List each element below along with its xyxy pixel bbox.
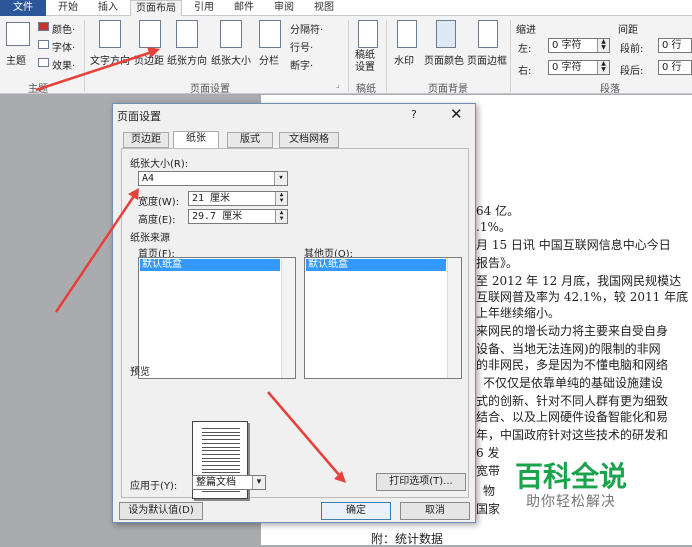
arrow-to-margins-icon [35,50,153,92]
arrow-to-paper-size-icon [54,195,136,313]
annotation-arrows [35,47,346,483]
arrow-to-ok-icon [267,391,341,477]
